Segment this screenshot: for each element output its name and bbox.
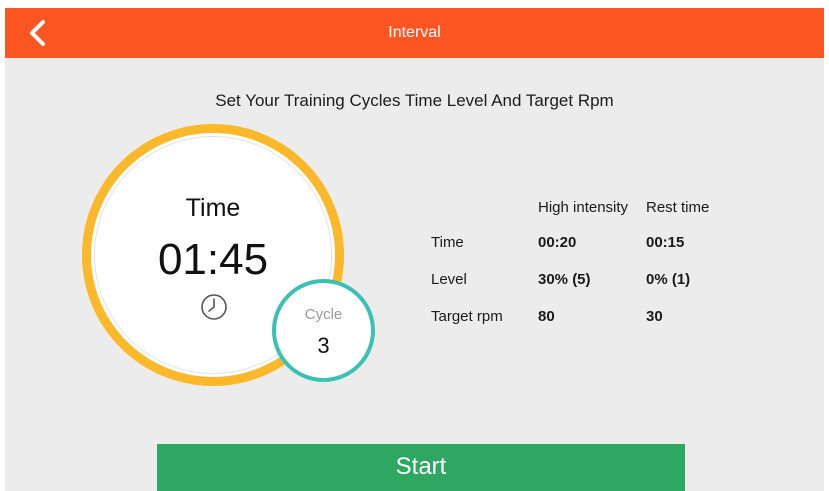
- high-intensity-level[interactable]: 30% (5): [538, 271, 591, 288]
- page-subtitle: Set Your Training Cycles Time Level And …: [215, 91, 614, 110]
- cycle-selector[interactable]: [272, 279, 375, 382]
- column-header-high-intensity: High intensity: [538, 199, 629, 216]
- high-intensity-target-rpm[interactable]: 80: [538, 308, 555, 325]
- interval-screen: Interval Set Your Training Cycles Time L…: [5, 8, 824, 491]
- cycle-label: Cycle: [304, 306, 343, 323]
- column-header-rest-time: Rest time: [646, 199, 710, 216]
- row-label-level: Level: [431, 271, 467, 288]
- back-button[interactable]: [23, 17, 53, 49]
- row-label-target-rpm: Target rpm: [431, 308, 503, 325]
- time-value: 01:45: [157, 235, 269, 284]
- high-intensity-time[interactable]: 00:20: [538, 234, 576, 251]
- app-bar: Interval: [5, 8, 824, 58]
- app-title: Interval: [388, 24, 441, 41]
- chevron-left-icon: [30, 20, 45, 46]
- row-label-time: Time: [431, 234, 464, 251]
- rest-time-time[interactable]: 00:15: [646, 234, 684, 251]
- clock-icon: [201, 294, 227, 320]
- time-label: Time: [185, 194, 241, 222]
- cycle-value: 3: [317, 333, 330, 358]
- rest-time-target-rpm[interactable]: 30: [646, 308, 663, 325]
- start-button[interactable]: Start: [157, 444, 685, 491]
- rest-time-level[interactable]: 0% (1): [646, 271, 690, 288]
